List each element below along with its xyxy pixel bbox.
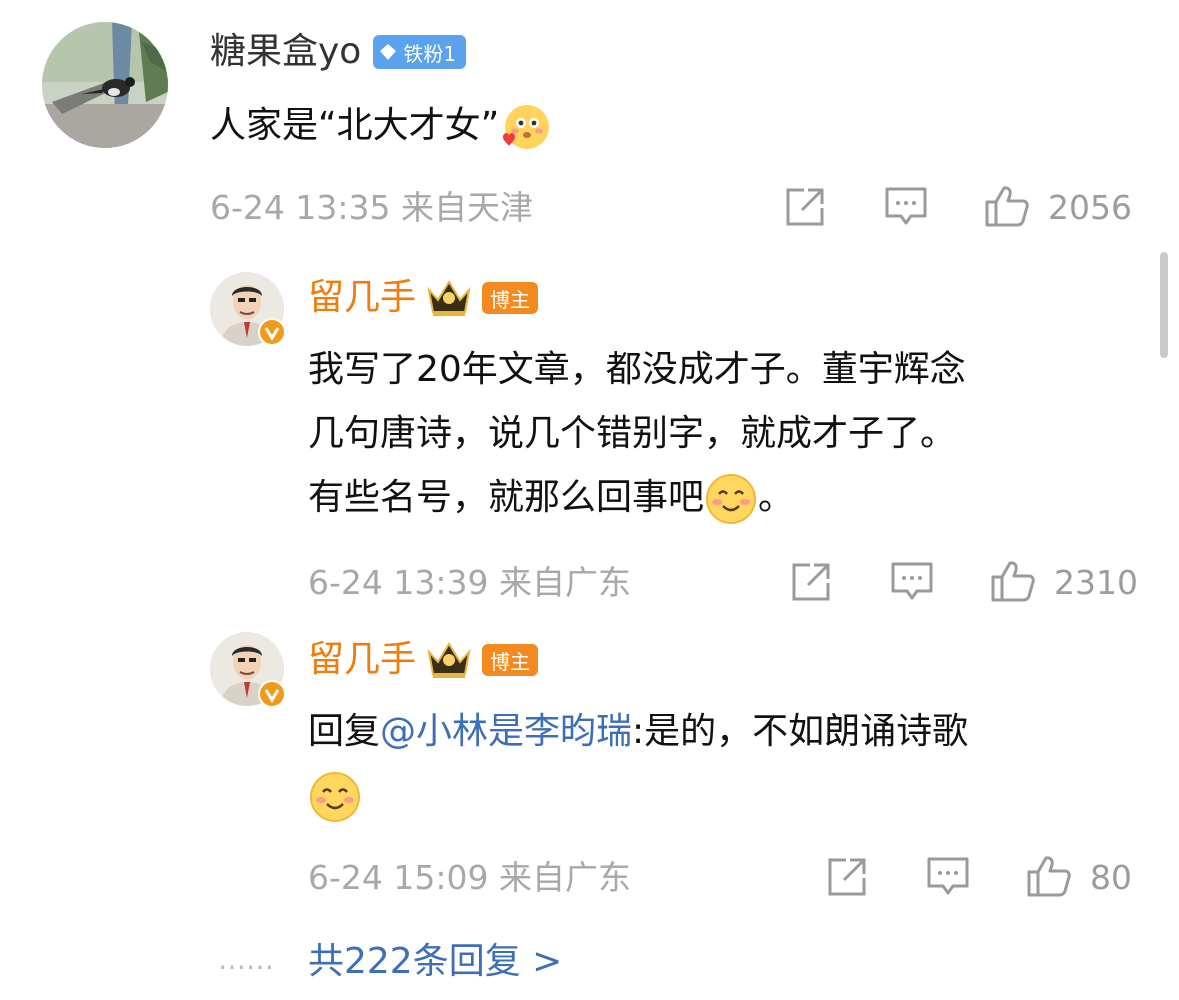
like-count: 80 — [1090, 858, 1132, 897]
like-button[interactable] — [1026, 854, 1072, 902]
like-count: 2056 — [1048, 188, 1132, 227]
blush-emoji — [503, 105, 550, 149]
reply-button[interactable] — [884, 186, 928, 232]
share-icon — [792, 563, 830, 601]
reply-text: 我写了20年文章，都没成才子。董宇辉念 几句唐诗，说几个错别字，就成才子了。 有… — [308, 338, 966, 530]
reply-text-line: 我写了20年文章，都没成才子。董宇辉念 — [308, 349, 966, 390]
reply-text-line-body: 有些名号，就那么回事吧 — [308, 477, 705, 518]
diamond-icon — [380, 44, 397, 60]
reply-button[interactable] — [890, 561, 934, 607]
reply-meta: 6-24 15:09 来自广东 — [308, 858, 631, 897]
blogger-badge: 博主 — [482, 282, 539, 314]
reply-text: 回复@小林是李昀瑞:是的，不如朗诵诗歌 — [308, 700, 968, 828]
comment-author[interactable]: 糖果盒yo — [210, 30, 361, 74]
like-icon — [985, 186, 1029, 227]
reply-text-line: 回复@小林是李昀瑞:是的，不如朗诵诗歌 — [308, 700, 968, 764]
share-icon — [786, 188, 824, 226]
verified-icon — [258, 680, 286, 708]
reply-author[interactable]: 留几手 — [308, 276, 416, 320]
blogger-badge: 博主 — [482, 644, 539, 676]
reply-text-line: 几句唐诗，说几个错别字，就成才子了。 — [308, 413, 957, 454]
verified-badge — [258, 318, 286, 350]
mention-link[interactable]: @小林是李昀瑞 — [380, 711, 632, 752]
comment-text: 人家是“北大才女” — [210, 94, 551, 158]
fan-badge-label: 铁粉1 — [403, 41, 457, 66]
reply-text-end: 。 — [758, 477, 795, 518]
avatar[interactable] — [42, 22, 168, 148]
reply-author[interactable]: 留几手 — [308, 638, 416, 682]
like-icon — [1027, 856, 1071, 897]
reply-text-line — [308, 764, 968, 828]
like-button[interactable] — [990, 559, 1036, 607]
crown-icon — [427, 642, 471, 678]
share-button[interactable] — [790, 561, 832, 607]
share-icon — [828, 858, 866, 896]
reply-text-line: 有些名号，就那么回事吧 。 — [308, 466, 966, 530]
verified-badge — [258, 680, 286, 712]
fan-badge: 铁粉1 — [373, 35, 467, 69]
share-button[interactable] — [784, 186, 826, 232]
reply-prefix: 回复 — [308, 711, 381, 752]
comment-icon — [927, 857, 969, 895]
separator-dots: …… — [218, 943, 274, 976]
reply-body: :是的，不如朗诵诗歌 — [632, 711, 969, 752]
smile-emoji — [310, 772, 360, 822]
like-count: 2310 — [1054, 563, 1138, 602]
reply-button[interactable] — [926, 856, 970, 902]
comment-icon — [885, 187, 927, 225]
comment-meta: 6-24 13:35 来自天津 — [210, 188, 533, 227]
comment-icon — [891, 562, 933, 600]
more-replies-link[interactable]: 共222条回复 > — [308, 940, 562, 984]
like-icon — [991, 561, 1035, 602]
like-button[interactable] — [984, 184, 1030, 232]
scrollbar[interactable] — [1160, 252, 1168, 358]
comment-text-body: 人家是“北大才女” — [210, 105, 500, 146]
verified-icon — [258, 318, 286, 346]
reply-meta: 6-24 13:39 来自广东 — [308, 563, 631, 602]
smile-emoji — [706, 474, 757, 524]
crown-icon — [427, 280, 471, 316]
share-button[interactable] — [826, 856, 868, 902]
